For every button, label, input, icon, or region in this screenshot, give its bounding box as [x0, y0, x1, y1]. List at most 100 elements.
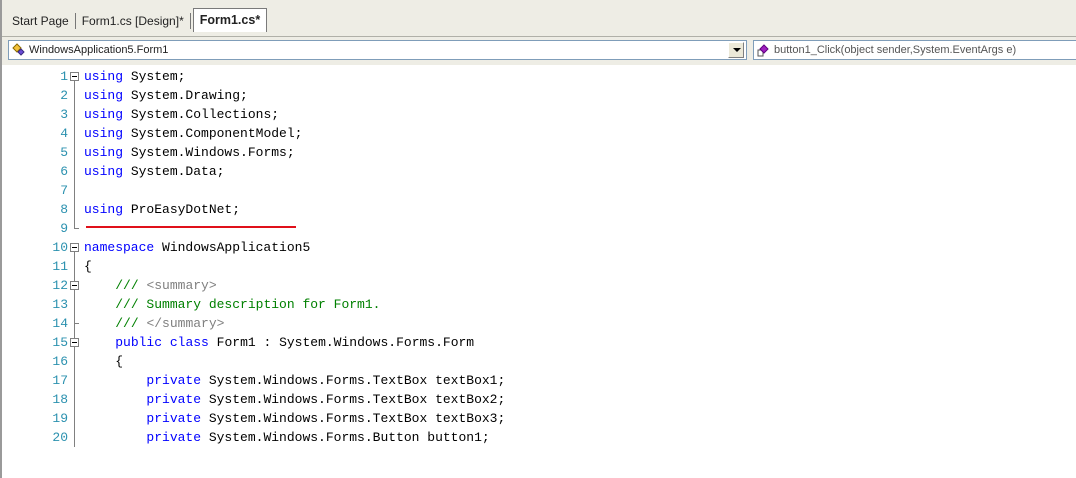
outline-gutter — [68, 162, 82, 181]
outline-gutter — [68, 219, 82, 238]
outline-gutter — [68, 200, 82, 219]
tab-separator — [74, 13, 76, 29]
line-number: 9 — [60, 221, 68, 236]
code-line: 15 public class Form1 : System.Windows.F… — [4, 333, 1076, 352]
outline-guide-line — [74, 105, 75, 124]
outline-guide-line — [74, 295, 75, 314]
line-number: 3 — [60, 107, 68, 122]
code-line-text: using System.Data; — [84, 164, 225, 179]
outline-gutter — [68, 86, 82, 105]
class-icon — [12, 43, 26, 57]
class-dropdown[interactable]: WindowsApplication5.Form1 — [8, 40, 747, 60]
outline-guide-line — [74, 257, 75, 276]
code-line-text: using System.Windows.Forms; — [84, 145, 295, 160]
line-number: 7 — [60, 183, 68, 198]
line-number: 10 — [52, 240, 68, 255]
document-tab-strip: Start Page Form1.cs [Design]* Form1.cs* — [2, 0, 1076, 36]
code-line-text: private System.Windows.Forms.Button butt… — [146, 430, 490, 445]
tab-form1-design[interactable]: Form1.cs [Design]* — [78, 10, 188, 32]
member-dropdown[interactable]: button1_Click(object sender,System.Event… — [753, 40, 1076, 60]
outline-gutter — [68, 181, 82, 200]
collapse-icon[interactable] — [70, 338, 79, 347]
outline-gutter — [68, 67, 82, 86]
collapse-icon[interactable] — [70, 243, 79, 252]
code-line: 7 — [4, 181, 1076, 200]
code-line: 4 using System.ComponentModel; — [4, 124, 1076, 143]
line-number: 15 — [52, 335, 68, 350]
code-line-text: /// <summary> — [115, 278, 217, 293]
code-line-text: public class Form1 : System.Windows.Form… — [115, 335, 475, 350]
line-number: 5 — [60, 145, 68, 160]
code-line: 5 using System.Windows.Forms; — [4, 143, 1076, 162]
tab-start-page[interactable]: Start Page — [8, 10, 73, 32]
line-number: 8 — [60, 202, 68, 217]
tab-separator — [189, 13, 191, 29]
code-line-text: private System.Windows.Forms.TextBox tex… — [146, 411, 506, 426]
outline-guide-line — [74, 323, 79, 324]
code-line-text: private System.Windows.Forms.TextBox tex… — [146, 373, 506, 388]
outline-gutter — [68, 333, 82, 352]
outline-guide-line — [74, 390, 75, 409]
code-line: 20 private System.Windows.Forms.Button b… — [4, 428, 1076, 447]
line-number: 14 — [52, 316, 68, 331]
line-number: 4 — [60, 126, 68, 141]
outline-gutter — [68, 257, 82, 276]
member-dropdown-value: button1_Click(object sender,System.Event… — [774, 44, 1017, 56]
outline-guide-line — [74, 371, 75, 390]
line-number: 11 — [52, 259, 68, 274]
code-line: 16 { — [4, 352, 1076, 371]
outline-guide-line — [74, 124, 75, 143]
code-line: 8 using ProEasyDotNet; — [4, 200, 1076, 219]
collapse-icon[interactable] — [70, 281, 79, 290]
code-line: 6 using System.Data; — [4, 162, 1076, 181]
line-number: 2 — [60, 88, 68, 103]
chevron-down-icon[interactable] — [728, 42, 744, 58]
code-line: 17 private System.Windows.Forms.TextBox … — [4, 371, 1076, 390]
code-line-text: namespace WindowsApplication5 — [84, 240, 311, 255]
outline-gutter — [68, 352, 82, 371]
navigation-bar: WindowsApplication5.Form1 button1_Click(… — [2, 36, 1076, 65]
outline-guide-line — [74, 86, 75, 105]
code-line-text: private System.Windows.Forms.TextBox tex… — [146, 392, 506, 407]
outline-gutter — [68, 238, 82, 257]
outline-gutter — [68, 428, 82, 447]
code-line-text: { — [84, 259, 92, 274]
method-icon — [757, 43, 771, 57]
line-number: 6 — [60, 164, 68, 179]
outline-gutter — [68, 124, 82, 143]
code-line: 9 — [4, 219, 1076, 238]
line-number: 18 — [52, 392, 68, 407]
code-line: 14 /// </summary> — [4, 314, 1076, 333]
outline-gutter — [68, 409, 82, 428]
highlight-underline — [86, 226, 296, 228]
code-line-text: using System.ComponentModel; — [84, 126, 303, 141]
outline-gutter — [68, 295, 82, 314]
tab-form1-code[interactable]: Form1.cs* — [192, 8, 268, 32]
outline-guide-line — [74, 162, 75, 181]
code-line-text: /// </summary> — [115, 316, 225, 331]
collapse-icon[interactable] — [70, 72, 79, 81]
class-dropdown-value: WindowsApplication5.Form1 — [29, 44, 169, 56]
code-line: 19 private System.Windows.Forms.TextBox … — [4, 409, 1076, 428]
code-line-text: /// Summary description for Form1. — [115, 297, 381, 312]
code-line: 3 using System.Collections; — [4, 105, 1076, 124]
code-line: 10 namespace WindowsApplication5 — [4, 238, 1076, 257]
code-line-text: using System.Drawing; — [84, 88, 248, 103]
code-line: 12 /// <summary> — [4, 276, 1076, 295]
code-line-text: { — [84, 354, 124, 369]
code-line: 11 { — [4, 257, 1076, 276]
outline-guide-line — [74, 228, 79, 229]
outline-guide-line — [74, 428, 75, 447]
outline-guide-line — [74, 219, 75, 228]
outline-gutter — [68, 105, 82, 124]
outline-gutter — [68, 314, 82, 333]
line-number: 19 — [52, 411, 68, 426]
code-line-text: using System.Collections; — [84, 107, 280, 122]
line-number: 1 — [60, 69, 68, 84]
code-text-area[interactable]: 1 using System; 2 using System.Drawing; … — [4, 65, 1076, 478]
outline-gutter — [68, 371, 82, 390]
code-line: 1 using System; — [4, 67, 1076, 86]
code-line: 2 using System.Drawing; — [4, 86, 1076, 105]
line-number: 20 — [52, 430, 68, 445]
code-line: 13 /// Summary description for Form1. — [4, 295, 1076, 314]
